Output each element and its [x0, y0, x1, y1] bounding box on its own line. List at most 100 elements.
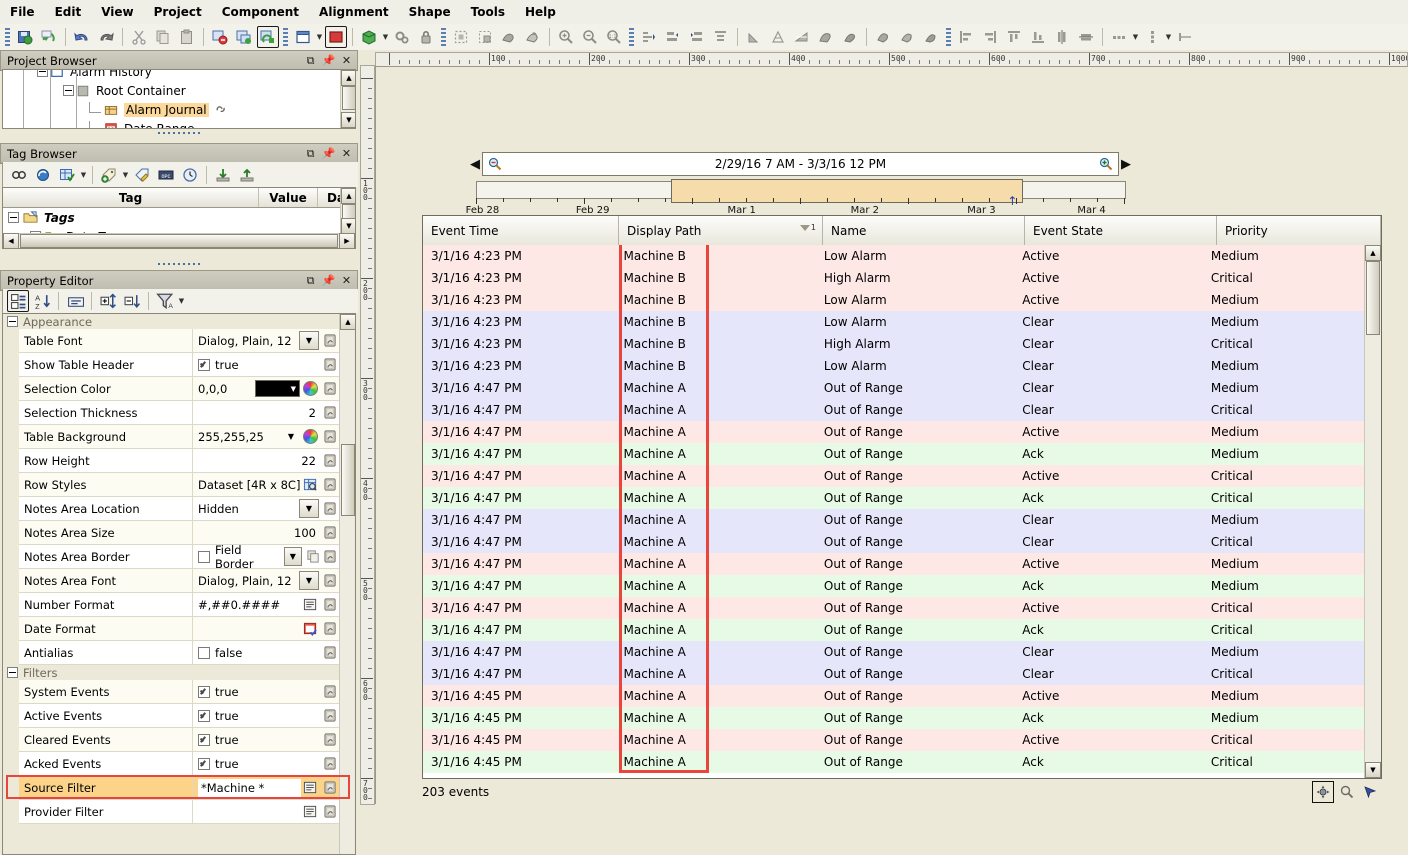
table-row[interactable]: 3/1/16 4:47 PMMachine AOut of RangeAckCr… [423, 619, 1364, 641]
align-bottom-icon[interactable] [1027, 26, 1049, 48]
description-icon[interactable] [64, 290, 86, 312]
property-binding-button[interactable] [321, 353, 340, 376]
table-row[interactable]: 3/1/16 4:45 PMMachine AOut of RangeAckMe… [423, 707, 1364, 729]
menu-item-shape[interactable]: Shape [399, 2, 461, 22]
table-row[interactable]: 3/1/16 4:45 PMMachine AOut of RangeActiv… [423, 729, 1364, 751]
align-indent-icon[interactable] [638, 26, 660, 48]
property-value[interactable]: 255,255,25▼ [193, 425, 321, 448]
alarm-journal-table[interactable]: Event TimeDisplay Path1NameEvent StatePr… [422, 215, 1382, 779]
tag-grid-icon[interactable] [56, 164, 78, 186]
property-binding-button[interactable] [321, 680, 340, 703]
property-binding-button[interactable] [321, 545, 340, 568]
prev-arrow-icon[interactable]: ◀ [468, 153, 482, 175]
property-value[interactable]: Dialog, Plain, 12▼ [193, 569, 321, 592]
categorized-view-icon[interactable] [7, 290, 29, 312]
dataset-editor-icon[interactable] [303, 477, 318, 492]
window-canvas[interactable]: ◀ 2/29/16 7 AM - 3/3/16 12 PM ▶ [375, 66, 1407, 804]
tag-browser-scrollbar[interactable]: ▲▼ [340, 188, 355, 234]
property-binding-button[interactable] [321, 752, 340, 775]
column-header-event-time[interactable]: Event Time [423, 216, 619, 245]
property-value[interactable]: 100 [193, 521, 321, 544]
table-row[interactable]: 3/1/16 4:23 PMMachine BLow AlarmActiveMe… [423, 289, 1364, 311]
property-binding-button[interactable] [321, 728, 340, 751]
zoom-tool-icon[interactable] [1337, 782, 1357, 802]
edit-tag-icon[interactable] [131, 164, 153, 186]
property-editor-scrollbar[interactable]: ▲ [339, 314, 354, 854]
color-wheel-icon[interactable] [303, 429, 318, 444]
center-h-icon[interactable] [1051, 26, 1073, 48]
color-wheel-icon[interactable] [303, 381, 318, 396]
delete-window-icon[interactable] [209, 26, 231, 48]
property-binding-button[interactable] [321, 377, 340, 400]
copy-window-icon[interactable] [233, 26, 255, 48]
toolbar-grip[interactable] [946, 28, 951, 46]
toolbar-grip[interactable] [283, 28, 288, 46]
scroll-up-icon[interactable]: ▲ [341, 188, 356, 204]
scroll-down-icon[interactable]: ▼ [341, 218, 356, 234]
date-editor-icon[interactable] [303, 621, 318, 636]
align-left-icon[interactable] [955, 26, 977, 48]
refresh-icon[interactable] [38, 26, 60, 48]
tag-tree-node[interactable]: Tags [3, 208, 355, 227]
collapse-icon[interactable] [7, 316, 18, 327]
tag-column-header-tag[interactable]: Tag [3, 188, 259, 207]
date-range-component[interactable]: ◀ 2/29/16 7 AM - 3/3/16 12 PM ▶ [468, 151, 1133, 211]
zoom-in-icon[interactable] [555, 26, 577, 48]
align-left-group-icon[interactable] [662, 26, 684, 48]
menu-item-component[interactable]: Component [212, 2, 309, 22]
dropdown-icon[interactable]: ▼ [381, 28, 390, 46]
checkbox-checked[interactable] [198, 734, 210, 746]
property-binding-button[interactable] [321, 449, 340, 472]
pin-icon[interactable]: 📌 [321, 273, 336, 288]
export-tags-icon[interactable] [236, 164, 258, 186]
menu-item-help[interactable]: Help [515, 2, 566, 22]
scroll-down-icon[interactable]: ▼ [1365, 762, 1381, 778]
flip-h-icon[interactable] [791, 26, 813, 48]
property-value[interactable]: 22 [193, 449, 321, 472]
table-row[interactable]: 3/1/16 4:23 PMMachine BLow AlarmActiveMe… [423, 245, 1364, 267]
property-binding-button[interactable] [321, 425, 340, 448]
project-browser-tree[interactable]: Alarm HistoryRoot ContainerAlarm Journal… [2, 69, 356, 129]
property-value[interactable]: true [193, 353, 321, 376]
dropdown-button[interactable]: ▼ [299, 331, 319, 350]
table-row[interactable]: 3/1/16 4:47 PMMachine AOut of RangeClear… [423, 377, 1364, 399]
copy-icon[interactable] [152, 26, 174, 48]
shape-xor-icon[interactable] [920, 26, 942, 48]
tree-node-root-container[interactable]: Root Container [3, 81, 355, 100]
menu-item-alignment[interactable]: Alignment [309, 2, 399, 22]
property-binding-button[interactable] [321, 401, 340, 424]
text-editor-icon[interactable] [303, 597, 318, 612]
tree-node-date-range[interactable]: 12Date Range [3, 119, 355, 129]
dropdown-icon[interactable]: ▼ [121, 166, 130, 184]
scroll-left-icon[interactable]: ◀ [3, 233, 19, 249]
table-row[interactable]: 3/1/16 4:47 PMMachine AOut of RangeClear… [423, 531, 1364, 553]
menu-item-edit[interactable]: Edit [45, 2, 92, 22]
table-row[interactable]: 3/1/16 4:47 PMMachine AOut of RangeActiv… [423, 465, 1364, 487]
zoom-out-icon[interactable] [487, 156, 503, 172]
dock-splitter-2[interactable] [0, 260, 358, 267]
toolbar-grip[interactable] [5, 28, 10, 46]
tag-browser-table[interactable]: TagValueDaTagsData Types▲▼◀▶ [2, 187, 356, 249]
shape-subtract-icon[interactable] [522, 26, 544, 48]
color-swatch[interactable]: ▼ [255, 380, 300, 397]
property-value[interactable]: Field Border▼ [193, 545, 321, 568]
lock-icon[interactable] [415, 26, 437, 48]
scroll-up-icon[interactable]: ▲ [340, 314, 356, 330]
checkbox-checked[interactable] [198, 359, 210, 371]
checkbox-checked[interactable] [198, 710, 210, 722]
publish-window-icon[interactable] [257, 26, 279, 48]
shape-add-icon[interactable] [498, 26, 520, 48]
dropdown-icon[interactable]: ▼ [1164, 28, 1173, 46]
select-all-icon[interactable] [450, 26, 472, 48]
tag-browser-hscrollbar[interactable]: ◀▶ [3, 233, 355, 248]
scroll-up-icon[interactable]: ▲ [1365, 245, 1381, 261]
refresh-tags-icon[interactable] [32, 164, 54, 186]
menu-item-project[interactable]: Project [144, 2, 212, 22]
next-arrow-icon[interactable]: ▶ [1119, 153, 1133, 175]
checkbox-checked[interactable] [198, 686, 210, 698]
align-right-icon[interactable] [979, 26, 1001, 48]
menu-item-tools[interactable]: Tools [461, 2, 515, 22]
center-v-icon[interactable] [1075, 26, 1097, 48]
table-row[interactable]: 3/1/16 4:47 PMMachine AOut of RangeActiv… [423, 597, 1364, 619]
scrollbar-thumb[interactable] [342, 86, 356, 110]
